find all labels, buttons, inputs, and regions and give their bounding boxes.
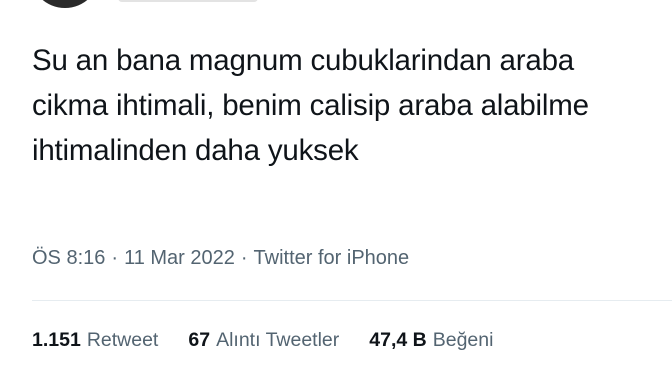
- likes-label: Beğeni: [432, 329, 494, 351]
- retweets-label: Retweet: [86, 329, 159, 351]
- separator: ·: [111, 247, 119, 269]
- retweets-count: 1.151: [32, 329, 81, 351]
- quote-tweets-count: 67: [188, 329, 211, 351]
- quote-tweets-stat[interactable]: 67 Alıntı Tweetler: [188, 326, 339, 354]
- tweet-date[interactable]: 11 Mar 2022: [124, 247, 235, 269]
- tweet-metadata: ÖS 8:16 · 11 Mar 2022 · Twitter for iPhone: [32, 244, 409, 272]
- engagement-stats: 1.151 Retweet 67 Alıntı Tweetler 47,4 B Beğ…: [32, 326, 493, 354]
- tweet-detail-view: Su an bana magnum cubuklarindan araba ci…: [0, 0, 672, 378]
- retweets-stat[interactable]: 1.151 Retweet: [32, 326, 158, 354]
- quote-tweets-label: Alıntı Tweetler: [216, 329, 340, 351]
- separator: ·: [240, 247, 248, 269]
- tweet-source-link[interactable]: Twitter for iPhone: [254, 247, 410, 269]
- likes-stat[interactable]: 47,4 B Beğeni: [369, 326, 493, 354]
- divider: [32, 300, 672, 301]
- avatar[interactable]: [30, 0, 100, 8]
- likes-count: 47,4 B: [369, 329, 427, 351]
- tweet-time[interactable]: ÖS 8:16: [32, 247, 105, 269]
- tweet-text: Su an bana magnum cubuklarindan araba ci…: [32, 44, 589, 167]
- author-name-cropped: [118, 0, 258, 2]
